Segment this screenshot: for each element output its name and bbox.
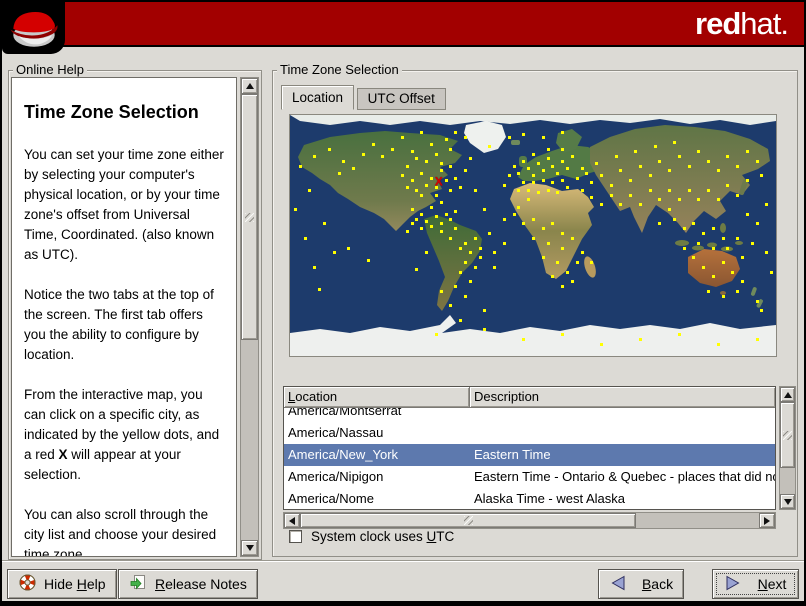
utc-checkbox-row: System clock uses UTC — [289, 529, 454, 544]
utc-checkbox[interactable] — [289, 530, 302, 543]
scroll-left-button[interactable] — [284, 513, 300, 528]
table-row[interactable]: America/Montserrat — [284, 408, 775, 422]
back-label: Back — [641, 576, 674, 592]
column-header-description[interactable]: Description — [470, 387, 775, 408]
brand-rest: hat. — [740, 6, 789, 41]
grip-icon — [463, 516, 473, 525]
table-header: Location Description — [284, 387, 775, 408]
installer-window: redhat. Online Help Time Zone Selection … — [0, 0, 806, 606]
arrow-down-icon — [245, 545, 254, 551]
table-horizontal-scrollbar[interactable] — [283, 512, 776, 529]
help-scrollbar[interactable] — [240, 77, 259, 557]
arrow-up-icon — [783, 391, 792, 398]
next-label: Next — [757, 576, 787, 592]
release-notes-label: Release Notes — [155, 576, 247, 592]
release-notes-button[interactable]: Release Notes — [118, 569, 258, 599]
redhat-logo — [2, 2, 65, 54]
timezone-tabs: Location UTC Offset — [281, 85, 446, 110]
help-paragraph-4: You can also scroll through the city lis… — [24, 507, 217, 557]
footer-separator — [2, 560, 804, 562]
scrollbar-thumb[interactable] — [300, 513, 636, 528]
world-map[interactable]: X — [289, 114, 777, 357]
arrow-up-icon — [245, 83, 254, 89]
next-button[interactable]: Next — [712, 569, 799, 599]
scrollbar-thumb[interactable] — [241, 94, 258, 340]
arrow-down-icon — [783, 498, 792, 505]
table-row[interactable]: America/Nipigon Eastern Time - Ontario &… — [284, 466, 775, 488]
tab-utc-offset[interactable]: UTC Offset — [356, 88, 446, 110]
help-text-area: Time Zone Selection You can set your tim… — [11, 77, 237, 557]
header-banner: redhat. — [2, 2, 804, 47]
online-help-panel: Online Help Time Zone Selection You can … — [8, 62, 262, 560]
scroll-up-button[interactable] — [241, 78, 258, 94]
timezone-table: Location Description America/Montserrat … — [283, 386, 776, 510]
table-row-selected[interactable]: America/New_York Eastern Time — [284, 444, 775, 466]
release-notes-icon — [129, 573, 148, 595]
scroll-up-button[interactable] — [780, 387, 795, 402]
redhat-wordmark: redhat. — [695, 6, 789, 42]
scroll-down-button[interactable] — [780, 494, 795, 509]
help-paragraph-1: You can set your time zone either by sel… — [24, 147, 224, 262]
table-row[interactable]: America/Nome Alaska Time - west Alaska — [284, 488, 775, 509]
city-dots-layer — [290, 115, 776, 356]
help-title: Time Zone Selection — [24, 102, 199, 122]
scroll-down-button[interactable] — [241, 540, 258, 556]
grip-icon — [783, 430, 792, 440]
selection-marker: X — [434, 173, 443, 188]
timezone-panel-label: Time Zone Selection — [277, 62, 402, 77]
life-preserver-icon — [18, 573, 37, 595]
table-vertical-scrollbar[interactable] — [779, 386, 796, 510]
timezone-panel: Time Zone Selection Location UTC Offset — [272, 62, 798, 557]
arrow-right-icon — [764, 516, 770, 525]
hide-help-label: Hide Help — [44, 576, 106, 592]
tab-location[interactable]: Location — [281, 85, 355, 110]
arrow-left-icon — [289, 516, 295, 525]
back-arrow-icon — [609, 575, 626, 594]
table-row[interactable]: America/Nassau — [284, 422, 775, 444]
column-header-location[interactable]: Location — [284, 387, 470, 408]
help-paragraph-2: Notice the two tabs at the top of the sc… — [24, 287, 214, 362]
utc-checkbox-label[interactable]: System clock uses UTC — [311, 529, 454, 544]
scroll-right-button[interactable] — [759, 513, 775, 528]
grip-icon — [245, 212, 254, 222]
table-body: America/Montserrat America/Nassau Americ… — [284, 408, 775, 509]
next-arrow-icon — [725, 575, 742, 594]
shadowman-icon — [7, 4, 61, 53]
online-help-label: Online Help — [13, 62, 87, 77]
brand-bold: red — [695, 6, 741, 41]
back-button[interactable]: Back — [598, 569, 684, 599]
scrollbar-thumb[interactable] — [780, 402, 795, 468]
hide-help-button[interactable]: Hide Help — [7, 569, 117, 599]
help-paragraph-3: From the interactive map, you can click … — [24, 387, 220, 482]
